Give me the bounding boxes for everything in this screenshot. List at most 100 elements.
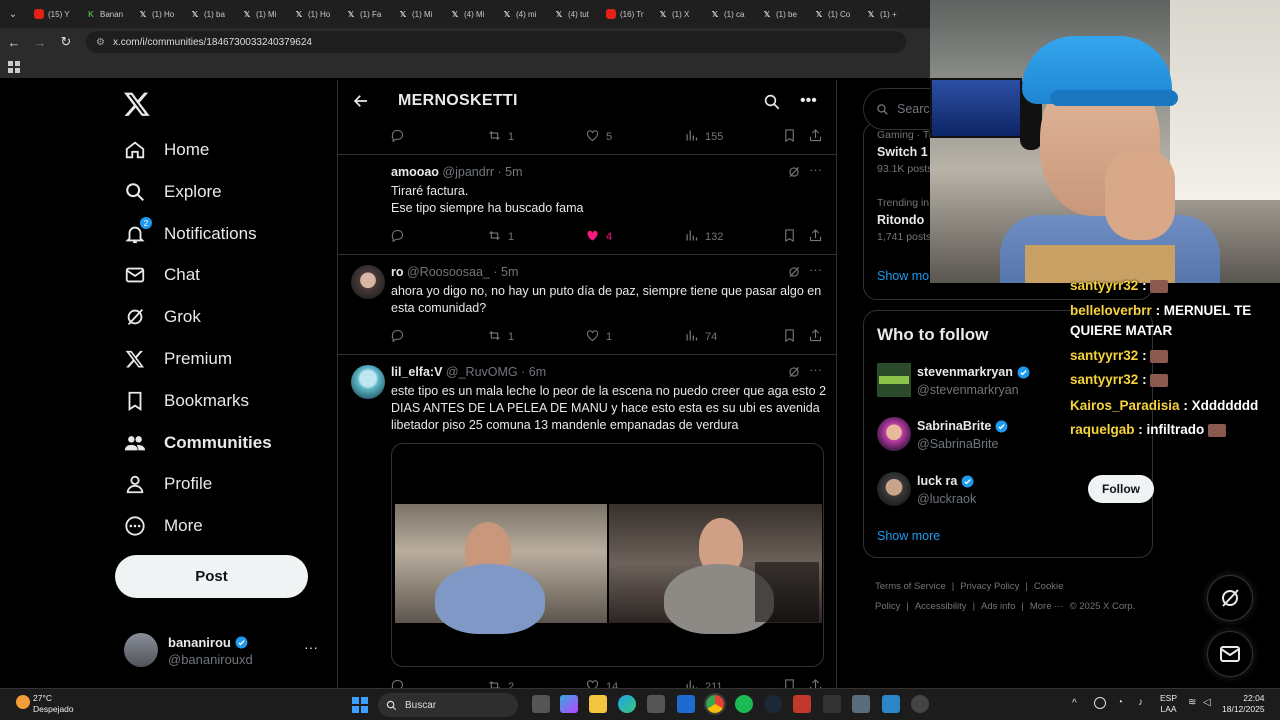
views-button[interactable]: 132 <box>684 228 723 246</box>
outlook-icon[interactable] <box>677 695 695 713</box>
tweet-avatar[interactable] <box>351 365 385 399</box>
edge-icon[interactable] <box>618 695 636 713</box>
obs-icon[interactable] <box>911 695 929 713</box>
browser-tab[interactable]: 𝕏 (1) Mi <box>238 0 290 28</box>
tweet[interactable]: lil_elfa:V @_RuvOMG · 6m ··· este tipo es … <box>338 354 836 688</box>
repost-button[interactable]: 1 <box>487 228 514 246</box>
footer-link[interactable]: Ads info <box>981 601 1015 612</box>
like-button[interactable]: 5 <box>585 128 612 146</box>
browser-tab[interactable]: (16) Tr <box>602 0 654 28</box>
tray-icon[interactable]: ◔ <box>1117 697 1123 708</box>
footer-link[interactable]: Privacy Policy <box>960 581 1019 592</box>
nav-item-explore[interactable]: Explore <box>124 176 222 208</box>
reply-button[interactable] <box>390 228 405 246</box>
share-button[interactable] <box>808 128 823 146</box>
post-button[interactable]: Post <box>115 555 308 598</box>
nav-item-home[interactable]: Home <box>124 134 209 166</box>
tweet-handle[interactable]: @Roosoosaa_ <box>407 265 490 279</box>
trends-show-more-link[interactable]: Show mo <box>877 269 929 283</box>
browser-tab[interactable]: 𝕏 (1) + <box>862 0 914 28</box>
clock[interactable]: 22:04 18/12/2025 <box>1222 693 1265 715</box>
tweet-time[interactable]: · 6m <box>521 365 546 379</box>
tray-chevron-icon[interactable]: ^ <box>1072 698 1077 709</box>
back-icon[interactable]: ← <box>2 30 26 54</box>
views-button[interactable]: 211 <box>684 678 723 688</box>
share-button[interactable] <box>808 678 823 688</box>
like-button[interactable]: 4 <box>585 228 612 246</box>
grok-fab-button[interactable] <box>1207 575 1253 621</box>
back-arrow-icon[interactable] <box>352 92 370 110</box>
messages-fab-button[interactable] <box>1207 631 1253 677</box>
browser-tab[interactable]: 𝕏 (1) Mi <box>394 0 446 28</box>
tweet-time[interactable]: · 5m <box>498 165 523 179</box>
browser-tab[interactable]: 𝕏 (1) Ho <box>134 0 186 28</box>
nav-item-communities[interactable]: Communities <box>124 427 272 459</box>
account-switcher[interactable]: bananirou @bananirouxd ··· <box>124 633 324 673</box>
follow-button[interactable]: Follow <box>1088 475 1154 503</box>
share-button[interactable] <box>808 228 823 246</box>
nav-item-bookmarks[interactable]: Bookmarks <box>124 385 249 417</box>
tray-app-icon[interactable] <box>1094 697 1106 709</box>
tweet-handle[interactable]: @jpandrr <box>442 165 494 179</box>
repost-button[interactable]: 1 <box>487 128 514 146</box>
nav-item-premium[interactable]: Premium <box>124 343 232 375</box>
app-icon[interactable] <box>882 695 900 713</box>
steam-icon[interactable] <box>764 695 782 713</box>
taskbar-search[interactable]: Buscar <box>378 693 518 717</box>
browser-tab[interactable]: 𝕏 (1) Fa <box>342 0 394 28</box>
repost-button[interactable]: 1 <box>487 328 514 346</box>
nav-item-notifications[interactable]: 2 Notifications <box>124 217 257 250</box>
spotify-icon[interactable] <box>735 695 753 713</box>
tweet-author[interactable]: amooao <box>391 165 439 179</box>
browser-tab[interactable]: K Banan <box>82 0 134 28</box>
task-view-icon[interactable] <box>532 695 550 713</box>
tweet-handle[interactable]: @_RuvOMG <box>446 365 518 379</box>
bookmark-button[interactable] <box>782 328 797 346</box>
forward-icon[interactable]: → <box>28 30 52 54</box>
tweet-media[interactable] <box>391 443 824 667</box>
reply-button[interactable] <box>390 678 405 688</box>
tweet-author[interactable]: lil_elfa:V <box>391 365 442 379</box>
tweet-avatar[interactable] <box>351 265 385 299</box>
more-options-icon[interactable]: ••• <box>800 92 817 110</box>
site-info-icon[interactable]: ⚙ <box>96 37 105 48</box>
wifi-icon[interactable]: ≋ <box>1188 697 1196 708</box>
footer-link[interactable]: Terms of Service <box>875 581 946 592</box>
nav-item-profile[interactable]: Profile <box>124 468 212 500</box>
like-button[interactable]: 14 <box>585 678 618 688</box>
repost-button[interactable]: 2 <box>487 678 514 688</box>
browser-tab[interactable]: 𝕏 (1) ba <box>186 0 238 28</box>
start-icon[interactable] <box>352 697 368 713</box>
chrome-icon[interactable] <box>704 693 726 715</box>
microphone-icon[interactable]: ♪ <box>1138 697 1143 708</box>
tweet[interactable]: ro @Roosoosaa_ · 5m ··· ahora yo digo no, … <box>338 254 836 354</box>
app-icon[interactable] <box>852 695 870 713</box>
browser-tab[interactable]: 𝕏 (1) Co <box>810 0 862 28</box>
tweet-time[interactable]: · 5m <box>493 265 518 279</box>
x-logo-icon[interactable] <box>123 90 151 118</box>
tweet-more-icon[interactable]: ··· <box>809 362 822 377</box>
reload-icon[interactable]: ↻ <box>54 30 78 54</box>
browser-tab[interactable]: 𝕏 (4) tut <box>550 0 602 28</box>
trend-item[interactable]: Gaming · Tr Switch 1 93.1K posts <box>877 129 932 175</box>
url-field[interactable]: ⚙ x.com/i/communities/184673003324037962… <box>86 31 906 53</box>
like-button[interactable]: 1 <box>585 328 612 346</box>
nav-item-grok[interactable]: Grok <box>124 301 201 333</box>
browser-tab[interactable]: 𝕏 (1) X <box>654 0 706 28</box>
reply-button[interactable] <box>390 328 405 346</box>
browser-tab[interactable]: 𝕏 (1) be <box>758 0 810 28</box>
suggested-user[interactable]: luck ra @luckraok Follow <box>877 472 1154 512</box>
grok-icon[interactable] <box>787 365 801 379</box>
footer-link[interactable]: © 2025 X Corp. <box>1070 601 1136 612</box>
browser-tab[interactable]: 𝕏 (1) ca <box>706 0 758 28</box>
tweet[interactable]: amooao @jpandrr · 5m ··· Tiraré factura. Es… <box>338 154 836 254</box>
copilot-icon[interactable] <box>560 695 578 713</box>
bookmark-button[interactable] <box>782 678 797 688</box>
recording-app-icon[interactable] <box>793 695 811 713</box>
file-explorer-icon[interactable] <box>589 695 607 713</box>
search-icon[interactable] <box>763 93 781 111</box>
who-to-follow-show-more-link[interactable]: Show more <box>877 529 940 543</box>
store-icon[interactable] <box>647 695 665 713</box>
grok-icon[interactable] <box>787 165 801 179</box>
account-more-icon[interactable]: ··· <box>304 639 318 655</box>
